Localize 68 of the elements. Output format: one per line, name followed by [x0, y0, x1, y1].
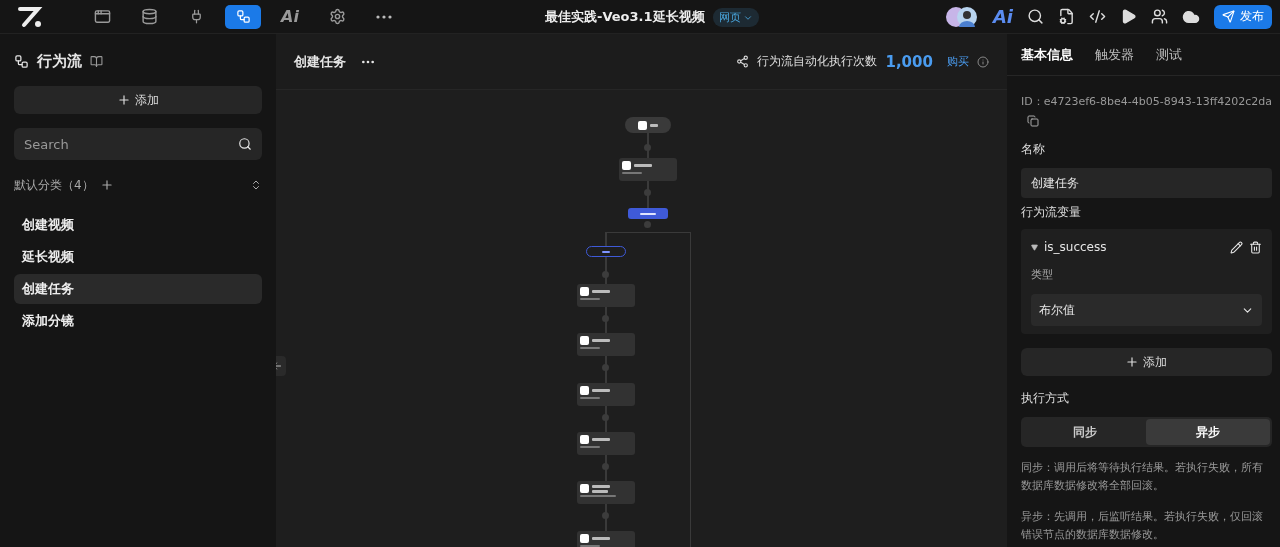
file-settings-icon[interactable] — [1058, 8, 1075, 25]
search-field[interactable]: Search — [14, 128, 262, 160]
buy-link[interactable]: 购买 — [946, 54, 969, 69]
action-node[interactable] — [576, 333, 635, 356]
flow-title: 创建任务 — [293, 52, 346, 71]
mode-description: 同步：调用后将等待执行结果。若执行失败，所有数据库数据修改将全部回滚。 — [1020, 460, 1264, 494]
users-icon[interactable] — [1151, 8, 1168, 25]
flow-list-item[interactable]: 创建任务 — [14, 274, 262, 304]
plus-icon — [116, 93, 131, 107]
play-icon[interactable] — [1120, 8, 1137, 25]
settings-icon — [328, 8, 346, 25]
ai-tab[interactable]: Ai — [272, 4, 308, 29]
flow-list-item[interactable]: 创建视频 — [14, 210, 262, 240]
apps-icon — [93, 8, 111, 25]
database-icon — [140, 8, 158, 25]
delete-icon[interactable] — [1249, 240, 1262, 254]
field-label: 行为流变量 — [1020, 204, 1082, 221]
counter-value: 1,000 — [885, 52, 933, 71]
add-icon[interactable] — [99, 178, 114, 192]
mode-option[interactable]: 异步 — [1146, 419, 1270, 445]
mode-option[interactable]: 同步 — [1022, 419, 1147, 445]
condition-node[interactable] — [627, 208, 668, 219]
flow-list-item[interactable]: 延长视频 — [14, 242, 262, 272]
avatar-icon — [944, 5, 979, 28]
copy-icon[interactable] — [1026, 115, 1039, 127]
logo-icon — [18, 5, 44, 28]
edit-icon[interactable] — [1230, 240, 1243, 254]
book-icon[interactable] — [90, 54, 103, 68]
name-field[interactable]: 创建任务 — [1020, 168, 1272, 198]
type-select[interactable]: 布尔值 — [1030, 294, 1262, 326]
publish-button[interactable]: 发布 — [1214, 4, 1272, 29]
flow-list-item[interactable]: 添加分镜 — [14, 306, 262, 336]
action-node[interactable] — [576, 481, 635, 504]
sidebar-title: 行为流 — [37, 51, 82, 71]
action-node[interactable] — [618, 158, 677, 181]
app-title: 最佳实践-Veo3.1延长视频 — [545, 8, 705, 26]
counter-label: 行为流自动化执行次数 — [757, 53, 878, 70]
field-label: 名称 — [1020, 141, 1046, 158]
panel-tab[interactable]: 基本信息 — [1020, 45, 1073, 64]
start-node[interactable] — [624, 117, 671, 133]
field-label: 执行方式 — [1020, 390, 1070, 407]
variable-name: is_success — [1043, 240, 1108, 254]
info-icon[interactable] — [976, 55, 989, 68]
ai-button[interactable]: Ai — [992, 6, 1013, 27]
platform-dropdown[interactable]: 网页 — [712, 7, 759, 27]
plus-icon — [1125, 355, 1140, 369]
mode-description: 异步：先调用，后监听结果。若执行失败，仅回滚错误节点的数据库数据修改。 — [1020, 509, 1264, 543]
flow-icon — [14, 53, 29, 69]
field-label: 类型 — [1030, 267, 1054, 282]
search-icon[interactable] — [1027, 8, 1044, 25]
action-node[interactable] — [576, 531, 635, 547]
flow-id: ID：e4723ef6-8be4-4b05-8943-13ff4202c2da — [1020, 94, 1272, 109]
nav-tab[interactable] — [225, 4, 261, 29]
expand-icon[interactable] — [1030, 243, 1038, 251]
more-icon — [376, 14, 392, 19]
action-node[interactable] — [576, 432, 635, 455]
action-node[interactable] — [576, 284, 635, 307]
add-button[interactable]: 添加 — [14, 86, 262, 114]
action-node[interactable] — [576, 383, 635, 406]
add-variable-button[interactable]: 添加 — [1020, 348, 1272, 376]
panel-tab[interactable]: 触发器 — [1094, 45, 1134, 64]
share-icon — [736, 55, 750, 68]
code-icon[interactable] — [1089, 8, 1106, 25]
workflow-icon — [235, 9, 251, 24]
search-icon[interactable] — [237, 137, 252, 151]
send-icon — [1222, 10, 1235, 23]
panel-tab[interactable]: 测试 — [1155, 45, 1182, 64]
category-label: 默认分类（4） — [14, 176, 94, 194]
